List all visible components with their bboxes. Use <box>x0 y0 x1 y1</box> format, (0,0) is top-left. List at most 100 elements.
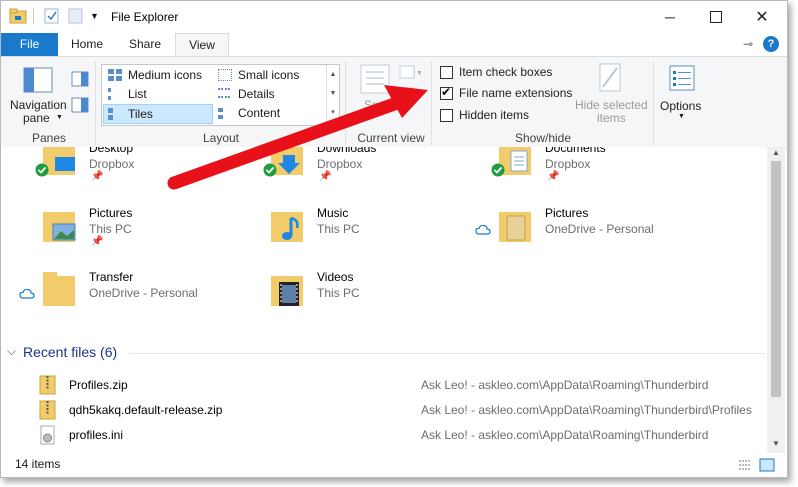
layout-small-icons-label: Small icons <box>238 68 300 82</box>
preview-pane-icon[interactable] <box>71 71 89 87</box>
navigation-pane-button[interactable]: Navigation pane ▼ <box>7 61 69 127</box>
sync-ok-icon <box>491 163 505 177</box>
group-label-layout: Layout <box>202 131 240 145</box>
layout-tiles[interactable]: Tiles <box>103 104 213 124</box>
details-view-icon[interactable] <box>737 458 753 472</box>
medium-icons-icon <box>108 69 122 81</box>
folder-app-icon <box>9 8 27 24</box>
options-icon <box>669 65 695 91</box>
folder-tile[interactable]: Pictures This PC 📌 <box>31 204 231 252</box>
sort-icon <box>360 64 390 94</box>
recent-file-row[interactable]: profiles.ini Ask Leo! - askleo.com\AppDa… <box>1 425 767 447</box>
scroll-down-icon[interactable]: ▼ <box>772 439 780 448</box>
hide-selected-items-button[interactable]: Hide selected items <box>571 63 649 125</box>
layout-medium-icons-label: Medium icons <box>128 68 203 82</box>
layout-content-label: Content <box>238 106 281 120</box>
section-divider <box>129 353 765 354</box>
tab-share[interactable]: Share <box>119 33 171 56</box>
ribbon-view: Navigation pane ▼ Panes Medium icons Sma… <box>1 56 787 148</box>
tile-location: This PC <box>317 286 360 300</box>
layout-medium-icons[interactable]: Medium icons <box>104 66 212 84</box>
scrollbar-thumb[interactable] <box>771 161 781 397</box>
folder-tile[interactable]: Transfer OneDrive - Personal <box>15 268 231 316</box>
layout-details-label: Details <box>238 87 275 101</box>
recent-file-name: profiles.ini <box>69 428 124 442</box>
layout-tiles-label: Tiles <box>128 107 153 121</box>
layout-list-label: List <box>128 87 147 101</box>
tile-name: Music <box>317 206 349 220</box>
pin-icon: 📌 <box>91 171 104 182</box>
dropdown-chevron-icon: ▼ <box>56 114 63 121</box>
tile-name: Pictures <box>89 206 133 220</box>
tab-file[interactable]: File <box>1 33 58 56</box>
sync-ok-icon <box>263 163 277 177</box>
content-pane: Desktop Dropbox 📌 Downloads Dropbox 📌 Do… <box>1 147 767 453</box>
zip-file-icon <box>39 375 56 395</box>
transfer-folder-icon <box>43 272 75 306</box>
window-title: File Explorer <box>111 10 179 24</box>
tab-home[interactable]: Home <box>61 33 113 56</box>
tile-name: Pictures <box>545 206 589 220</box>
hide-selected-items-icon <box>599 63 621 92</box>
close-button[interactable]: ✕ <box>739 1 785 33</box>
close-icon: ✕ <box>755 9 769 26</box>
group-by-icon[interactable]: ▼ <box>399 65 421 79</box>
qa-divider <box>33 8 34 24</box>
folder-tile[interactable]: Downloads Dropbox 📌 <box>259 147 459 187</box>
properties-icon[interactable] <box>44 8 60 24</box>
collapse-chevron-icon[interactable]: ⌵ <box>7 344 16 359</box>
vertical-scrollbar[interactable]: ▲ ▼ <box>767 147 785 453</box>
help-icon[interactable]: ? <box>763 36 779 52</box>
layout-details[interactable]: Details <box>214 85 322 103</box>
sync-ok-icon <box>35 163 49 177</box>
hidden-items-option[interactable]: Hidden items <box>439 108 539 124</box>
tab-view[interactable]: View <box>175 33 229 57</box>
recent-files-header[interactable]: Recent files (6) <box>23 344 117 360</box>
folder-tile[interactable]: Videos This PC <box>259 268 459 316</box>
navigation-pane-label-2: pane <box>23 111 50 125</box>
content-icon <box>218 107 232 119</box>
tile-name: Transfer <box>89 270 134 284</box>
customize-qa-chevron-icon[interactable]: ▼ <box>90 11 99 21</box>
layout-content[interactable]: Content <box>214 104 322 122</box>
file-name-extensions-option[interactable]: File name extensions <box>439 85 572 102</box>
item-check-boxes-checkbox[interactable] <box>440 66 453 79</box>
item-check-boxes-option[interactable]: Item check boxes <box>439 65 565 81</box>
folder-tile[interactable]: Pictures OneDrive - Personal <box>471 204 687 252</box>
layout-list[interactable]: List <box>104 85 212 103</box>
svg-text:▼: ▼ <box>416 70 421 77</box>
details-pane-icon[interactable] <box>71 97 89 113</box>
recent-file-row[interactable]: qdh5kakq.default-release.zip Ask Leo! - … <box>1 400 767 422</box>
add-columns-icon[interactable] <box>399 87 421 101</box>
minimize-button[interactable]: ─ <box>647 1 693 33</box>
minimize-icon: ─ <box>665 9 675 25</box>
folder-tile[interactable]: Documents Dropbox 📌 <box>487 147 687 187</box>
folder-tile[interactable]: Music This PC <box>259 204 459 252</box>
hide-selected-label-2: items <box>597 111 626 125</box>
ribbon-divider <box>653 61 654 145</box>
layout-small-icons[interactable]: Small icons <box>214 66 322 84</box>
new-folder-icon[interactable] <box>68 8 84 24</box>
hidden-items-checkbox[interactable] <box>440 109 453 122</box>
settings-file-icon <box>40 425 55 445</box>
tile-location: Dropbox <box>89 157 135 171</box>
scroll-up-icon[interactable]: ▲ <box>772 148 780 157</box>
pin-icon: 📌 <box>319 171 332 182</box>
recent-file-row[interactable]: Profiles.zip Ask Leo! - askleo.com\AppDa… <box>1 375 767 397</box>
sort-button[interactable]: Sort <box>355 62 395 120</box>
maximize-button[interactable] <box>693 1 739 33</box>
music-folder-icon <box>271 212 303 242</box>
pin-ribbon-icon[interactable]: ⊸ <box>743 37 753 51</box>
layout-scroll-buttons[interactable]: ▲ ▼ ▾ <box>326 65 339 125</box>
tile-location: OneDrive - Personal <box>545 222 654 236</box>
large-icons-view-icon[interactable] <box>759 458 775 472</box>
tile-location: OneDrive - Personal <box>89 286 198 300</box>
recent-file-path: Ask Leo! - askleo.com\AppData\Roaming\Th… <box>421 428 709 442</box>
status-bar: 14 items <box>1 453 787 477</box>
recent-file-path: Ask Leo! - askleo.com\AppData\Roaming\Th… <box>421 378 709 392</box>
hidden-items-label: Hidden items <box>459 108 530 122</box>
file-name-extensions-checkbox[interactable] <box>440 85 453 100</box>
pin-icon: 📌 <box>547 171 560 182</box>
options-button[interactable]: Options ▼ <box>657 63 707 125</box>
folder-tile[interactable]: Desktop Dropbox 📌 <box>31 147 231 187</box>
